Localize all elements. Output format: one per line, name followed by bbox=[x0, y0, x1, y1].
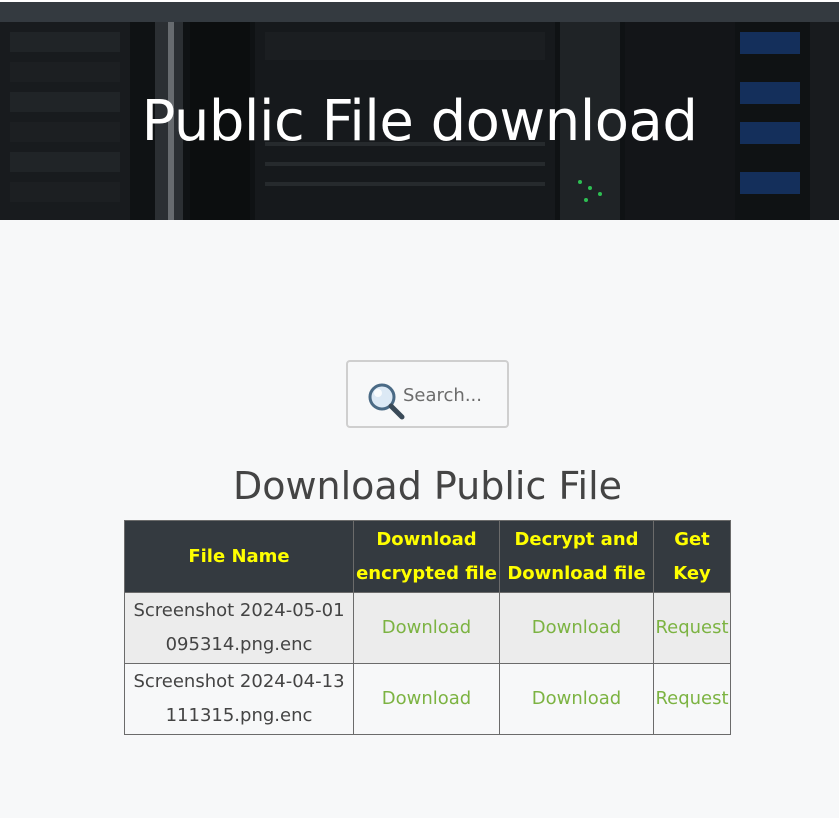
header-line: Download bbox=[376, 528, 477, 550]
file-name-line: 095314.png.enc bbox=[165, 634, 313, 655]
download-encrypted-cell: Download bbox=[353, 592, 500, 664]
magnifying-glass-icon bbox=[368, 383, 405, 420]
file-name-line: Screenshot 2024-05-01 bbox=[133, 600, 345, 621]
decrypt-download-link[interactable]: Download bbox=[532, 617, 621, 638]
column-header-get-key: Get Key bbox=[653, 520, 731, 593]
search-box[interactable] bbox=[346, 360, 509, 428]
header-line: encrypted file bbox=[356, 562, 497, 584]
decrypt-download-cell: Download bbox=[499, 663, 654, 735]
top-navbar bbox=[0, 0, 839, 22]
column-header-download-encrypted: Download encrypted file bbox=[353, 520, 500, 593]
page-title: Public File download bbox=[141, 89, 698, 154]
column-header-decrypt-download: Decrypt and Download file bbox=[499, 520, 654, 593]
get-key-cell: Request bbox=[653, 663, 731, 735]
file-name-cell: Screenshot 2024-04-13 111315.png.enc bbox=[124, 663, 354, 735]
public-files-table: File Name Download encrypted file Decryp… bbox=[124, 520, 731, 735]
header-line: Download file bbox=[507, 562, 646, 584]
table-row: Screenshot 2024-04-13 111315.png.enc Dow… bbox=[124, 663, 731, 735]
hero-banner: Public File download bbox=[0, 22, 839, 220]
download-encrypted-cell: Download bbox=[353, 663, 500, 735]
section-title: Download Public File bbox=[232, 464, 623, 508]
download-encrypted-link[interactable]: Download bbox=[382, 688, 471, 709]
file-name-line: 111315.png.enc bbox=[165, 705, 313, 726]
decrypt-download-link[interactable]: Download bbox=[532, 688, 621, 709]
file-name-line: Screenshot 2024-04-13 bbox=[133, 671, 345, 692]
get-key-cell: Request bbox=[653, 592, 731, 664]
download-encrypted-link[interactable]: Download bbox=[382, 617, 471, 638]
table-row: Screenshot 2024-05-01 095314.png.enc Dow… bbox=[124, 592, 731, 664]
column-header-file-name: File Name bbox=[124, 520, 354, 593]
search-input[interactable] bbox=[403, 382, 499, 408]
decrypt-download-cell: Download bbox=[499, 592, 654, 664]
header-line: Decrypt and bbox=[514, 528, 639, 550]
table-header-row: File Name Download encrypted file Decryp… bbox=[124, 520, 731, 593]
file-name-cell: Screenshot 2024-05-01 095314.png.enc bbox=[124, 592, 354, 664]
request-key-link[interactable]: Request bbox=[655, 688, 728, 709]
request-key-link[interactable]: Request bbox=[655, 617, 728, 638]
